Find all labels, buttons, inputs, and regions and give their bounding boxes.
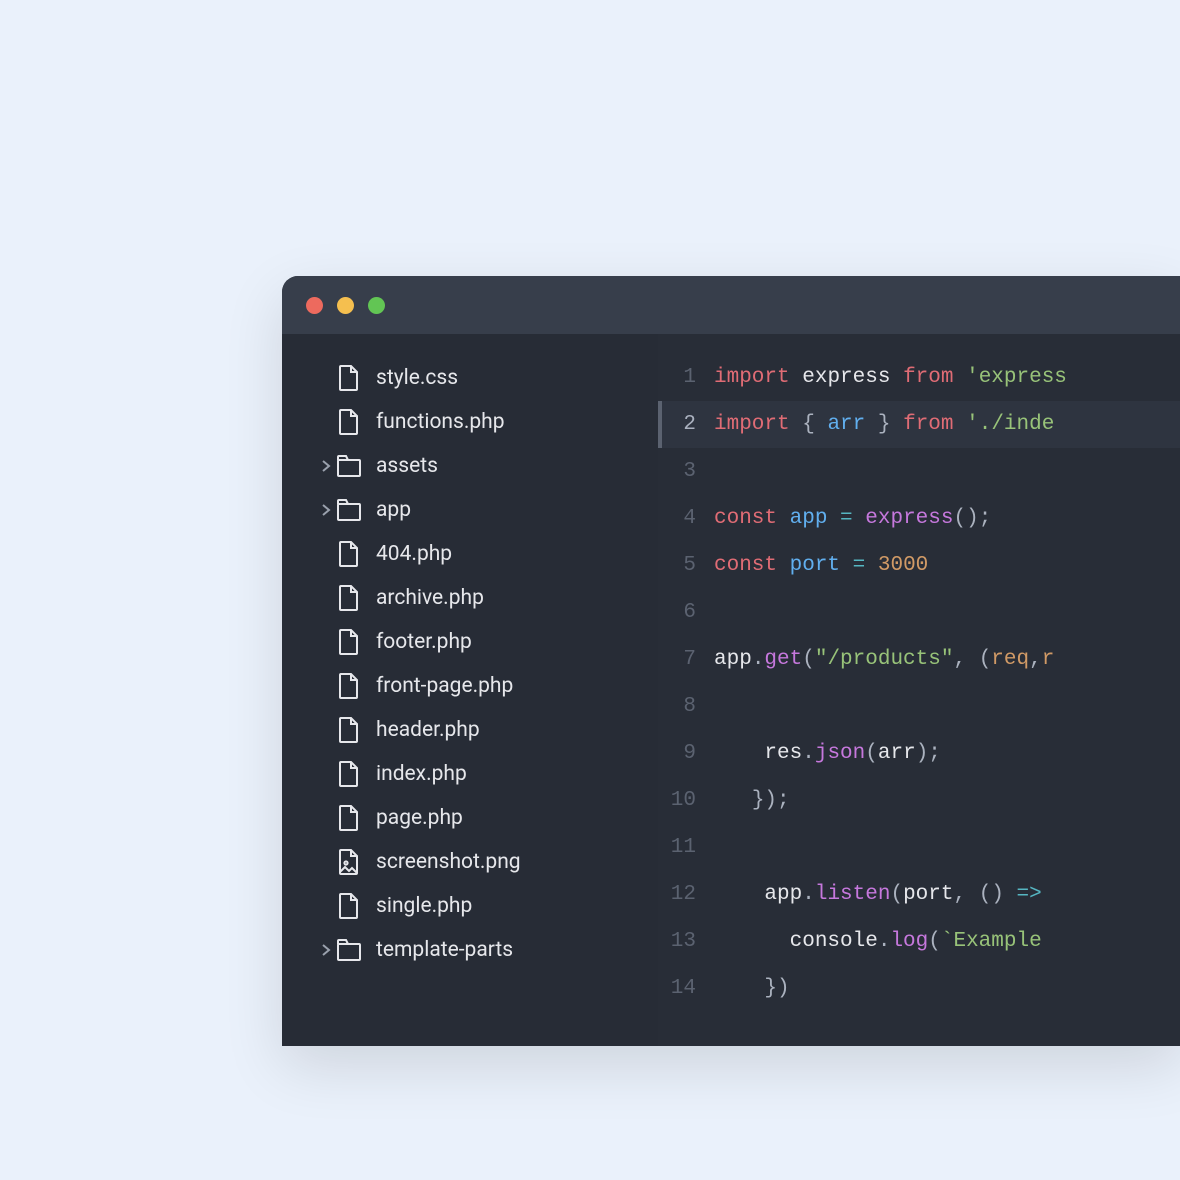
- code-line[interactable]: 12 app.listen(port, () =>: [658, 871, 1180, 918]
- code-editor[interactable]: 1 import express from 'express 2 import …: [658, 334, 1180, 1046]
- file-item-404-php[interactable]: 404.php: [282, 532, 658, 576]
- code-line[interactable]: 1 import express from 'express: [658, 354, 1180, 401]
- file-item-index-php[interactable]: index.php: [282, 752, 658, 796]
- line-number: 10: [658, 789, 714, 812]
- editor-window: style.css functions.php assets: [282, 276, 1180, 1046]
- line-number: 4: [658, 507, 714, 530]
- folder-label: template-parts: [376, 938, 513, 962]
- window-maximize-button[interactable]: [368, 297, 385, 314]
- file-label: page.php: [376, 806, 463, 830]
- folder-label: assets: [376, 454, 438, 478]
- code-line[interactable]: 8: [658, 683, 1180, 730]
- code-line[interactable]: 7 app.get("/products", (req,r: [658, 636, 1180, 683]
- file-item-page-php[interactable]: page.php: [282, 796, 658, 840]
- code-content: console.log(`Example: [714, 930, 1042, 953]
- file-icon: [336, 585, 362, 611]
- code-content: const app = express();: [714, 507, 991, 530]
- code-content: app.get("/products", (req,r: [714, 648, 1054, 671]
- file-label: 404.php: [376, 542, 452, 566]
- file-item-front-page-php[interactable]: front-page.php: [282, 664, 658, 708]
- line-number: 6: [658, 601, 714, 624]
- file-icon: [336, 365, 362, 391]
- file-item-single-php[interactable]: single.php: [282, 884, 658, 928]
- code-line[interactable]: 13 console.log(`Example: [658, 918, 1180, 965]
- folder-icon: [336, 455, 362, 477]
- code-content: });: [714, 789, 790, 812]
- chevron-right-icon[interactable]: [316, 503, 336, 517]
- line-number: 1: [658, 366, 714, 389]
- file-item-archive-php[interactable]: archive.php: [282, 576, 658, 620]
- chevron-right-icon[interactable]: [316, 459, 336, 473]
- code-line[interactable]: 9 res.json(arr);: [658, 730, 1180, 777]
- file-explorer: style.css functions.php assets: [282, 334, 658, 1046]
- file-icon: [336, 673, 362, 699]
- titlebar[interactable]: [282, 276, 1180, 334]
- file-label: footer.php: [376, 630, 472, 654]
- code-line[interactable]: 14 }): [658, 965, 1180, 1012]
- code-line[interactable]: 4 const app = express();: [658, 495, 1180, 542]
- line-number: 11: [658, 836, 714, 859]
- folder-item-app[interactable]: app: [282, 488, 658, 532]
- folder-item-assets[interactable]: assets: [282, 444, 658, 488]
- window-close-button[interactable]: [306, 297, 323, 314]
- file-label: front-page.php: [376, 674, 513, 698]
- panes: style.css functions.php assets: [282, 334, 1180, 1046]
- folder-icon: [336, 939, 362, 961]
- line-number: 8: [658, 695, 714, 718]
- line-number: 2: [658, 413, 714, 436]
- file-label: screenshot.png: [376, 850, 521, 874]
- code-line[interactable]: 11: [658, 824, 1180, 871]
- file-label: functions.php: [376, 410, 505, 434]
- code-content: res.json(arr);: [714, 742, 941, 765]
- code-line[interactable]: 3: [658, 448, 1180, 495]
- code-content: import { arr } from './inde: [714, 413, 1054, 436]
- line-number: 3: [658, 460, 714, 483]
- file-label: archive.php: [376, 586, 484, 610]
- file-icon: [336, 761, 362, 787]
- image-icon: [336, 849, 362, 875]
- file-icon: [336, 409, 362, 435]
- folder-icon: [336, 499, 362, 521]
- code-content: app.listen(port, () =>: [714, 883, 1054, 906]
- file-icon: [336, 541, 362, 567]
- chevron-right-icon[interactable]: [316, 943, 336, 957]
- line-number: 12: [658, 883, 714, 906]
- file-item-footer-php[interactable]: footer.php: [282, 620, 658, 664]
- file-icon: [336, 893, 362, 919]
- line-number: 7: [658, 648, 714, 671]
- code-content: import express from 'express: [714, 366, 1067, 389]
- line-number: 14: [658, 977, 714, 1000]
- line-number: 9: [658, 742, 714, 765]
- file-item-functions-php[interactable]: functions.php: [282, 400, 658, 444]
- code-content: }): [714, 977, 790, 1000]
- file-label: style.css: [376, 366, 458, 390]
- window-minimize-button[interactable]: [337, 297, 354, 314]
- file-label: header.php: [376, 718, 480, 742]
- file-icon: [336, 629, 362, 655]
- code-line[interactable]: 5 const port = 3000: [658, 542, 1180, 589]
- line-number: 13: [658, 930, 714, 953]
- code-line[interactable]: 6: [658, 589, 1180, 636]
- file-label: single.php: [376, 894, 472, 918]
- code-content: const port = 3000: [714, 554, 928, 577]
- folder-label: app: [376, 498, 411, 522]
- file-item-screenshot-png[interactable]: screenshot.png: [282, 840, 658, 884]
- line-number: 5: [658, 554, 714, 577]
- code-line[interactable]: 10 });: [658, 777, 1180, 824]
- file-item-style-css[interactable]: style.css: [282, 356, 658, 400]
- folder-item-template-parts[interactable]: template-parts: [282, 928, 658, 972]
- code-line-highlighted[interactable]: 2 import { arr } from './inde: [658, 401, 1180, 448]
- file-label: index.php: [376, 762, 467, 786]
- file-item-header-php[interactable]: header.php: [282, 708, 658, 752]
- file-icon: [336, 717, 362, 743]
- file-icon: [336, 805, 362, 831]
